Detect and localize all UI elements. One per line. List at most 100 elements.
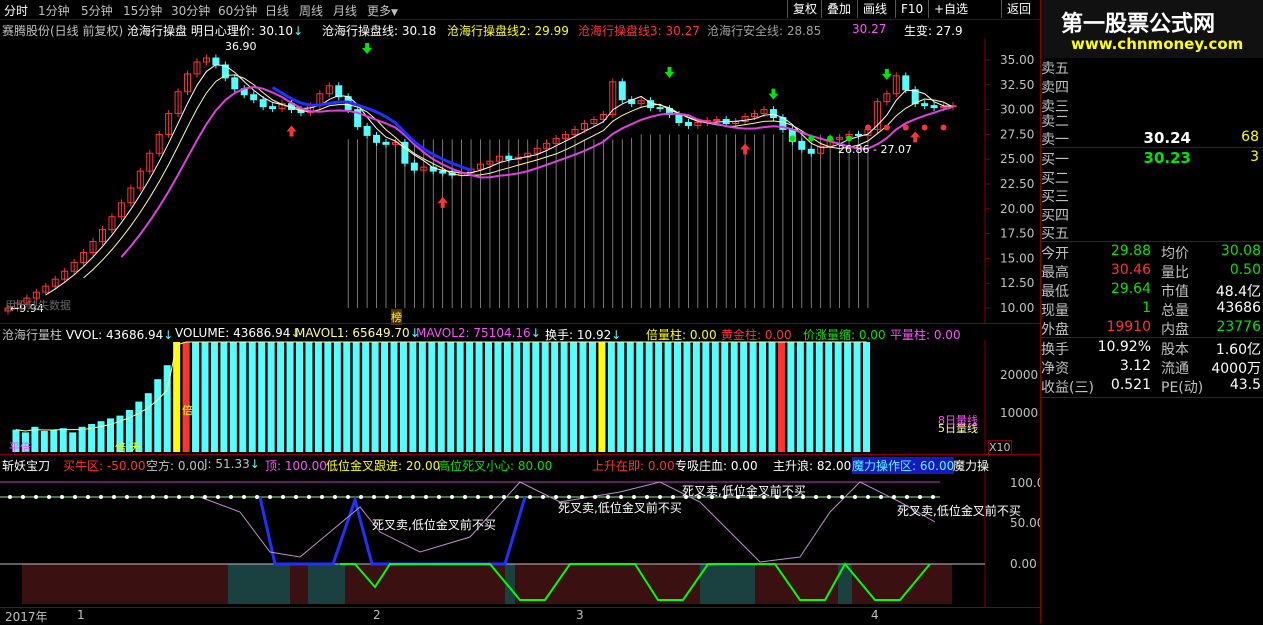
osc-dot [47,495,51,499]
site-banner: 第一股票公式网 www.chnmoney.com [1041,0,1263,58]
candle-body [675,114,683,123]
osc-dot [138,495,142,499]
volume-bar [475,342,483,452]
candle-body [656,107,664,110]
volume-bar [494,342,502,452]
price-tick-label: 15.00 [1000,251,1034,265]
vol-axis-20000: 20000 [1000,368,1039,382]
restore-rights-button[interactable]: 复权 [787,0,822,18]
fund-value: 0.521 [1110,377,1151,393]
price-tick-label: 20.00 [1000,202,1034,216]
vol-axis-10000: 10000 [1000,406,1039,420]
volume-bar [702,342,710,452]
price-tick-label: 35.00 [1000,53,1034,67]
osc-dot [333,495,337,499]
volume-bar [541,342,549,452]
candle-body [231,77,239,90]
osc-dot [21,495,25,499]
osc-dot [840,495,844,499]
osc-dot [320,495,324,499]
oscillator-chart [0,472,986,607]
volume-bar [513,342,521,452]
fund-value: 43.5 [1229,377,1261,393]
tab-monthly[interactable]: 月线 [333,2,357,19]
quote-panel: 第一股票公式网 www.chnmoney.com 卖五 卖四 卖三 卖二 卖一 … [1040,0,1263,623]
volume-bar [192,342,200,452]
fund-label: 收益(三) [1041,380,1094,396]
tab-daily[interactable]: 日线 [265,2,289,19]
osc-dot [229,495,233,499]
volume-bar [296,342,303,452]
date-axis-year: 2017年 [5,610,48,624]
extra-value: 30.27 [852,22,887,36]
volume-bar [551,342,559,452]
volume-bar [381,342,389,452]
f10-button[interactable]: F10 [895,0,928,18]
volume-bar [815,342,823,452]
volume-bar [418,342,426,452]
indicator-name: 沧海行操盘 [127,24,188,38]
safe-line-value: 沧海行安全线: 28.85 [707,24,822,38]
down-arrow-icon [664,66,675,78]
date-axis-m3: 3 [576,608,584,622]
tab-15min[interactable]: 15分钟 [123,2,162,19]
volume-bar [853,342,861,452]
back-button[interactable]: 返回 [1001,0,1036,18]
tab-1min[interactable]: 1分钟 [38,2,70,19]
buy2-label: 买二 [1041,171,1069,187]
date-axis-m2: 2 [373,608,381,622]
candle-body [713,119,721,122]
volume-bar [144,393,152,452]
stat-label: 市值 [1161,284,1189,300]
volume-bar [399,342,407,452]
osc-dot [528,495,532,499]
candle-body [439,170,447,174]
osc-dot [99,495,103,499]
osc-dot [177,495,181,499]
stat-value: 23776 [1216,319,1261,335]
osc-dot [34,495,38,499]
overlay-button[interactable]: 叠加 [821,0,856,18]
tab-more[interactable]: 更多▼ [367,2,398,19]
sell1-price: 30.24 [1143,129,1191,147]
stat-label: 最高 [1041,265,1069,281]
stock-name: 赛腾股份(日线 前复权) [2,24,124,38]
osc-dot [892,495,896,499]
candle-body [250,94,258,101]
up-arrow-icon [910,131,921,143]
tab-30min[interactable]: 30分钟 [171,2,210,19]
sell4-label: 卖四 [1041,80,1069,96]
mavol1-value: MAVOL1: 65649.70↓ [295,326,420,340]
volume-bar [579,342,587,452]
tab-5min[interactable]: 5分钟 [81,2,113,19]
candle-body [921,103,929,107]
volume-bar [59,428,67,452]
candle-body [373,134,381,143]
stat-value: 19910 [1106,319,1151,335]
osc-dot [255,495,259,499]
stat-value: 43686 [1216,300,1261,316]
add-watchlist-button[interactable]: +自选 [928,0,973,18]
candle-body [401,141,409,164]
candle-body [269,106,277,110]
volume-bar [362,342,370,452]
candle-body [212,57,220,66]
osc-dot [814,495,818,499]
trend-curve [271,86,472,172]
osc-zone [308,564,345,604]
tab-weekly[interactable]: 周线 [299,2,323,19]
osc-dot [905,495,909,499]
osc-dot [541,495,545,499]
down-arrow-icon [768,88,779,100]
osc-dot [515,495,519,499]
stat-value: 1 [1142,300,1151,316]
volume-bar [664,342,672,452]
draw-line-button[interactable]: 画线 [857,0,892,18]
tab-60min[interactable]: 60分钟 [218,2,257,19]
volume-bar [570,342,578,452]
tab-intraday[interactable]: 分时 [4,2,28,19]
osc-dot [437,495,441,499]
candle-body [363,125,371,136]
stat-label: 内盘 [1161,322,1189,338]
double-tag: 倍 [182,404,193,417]
